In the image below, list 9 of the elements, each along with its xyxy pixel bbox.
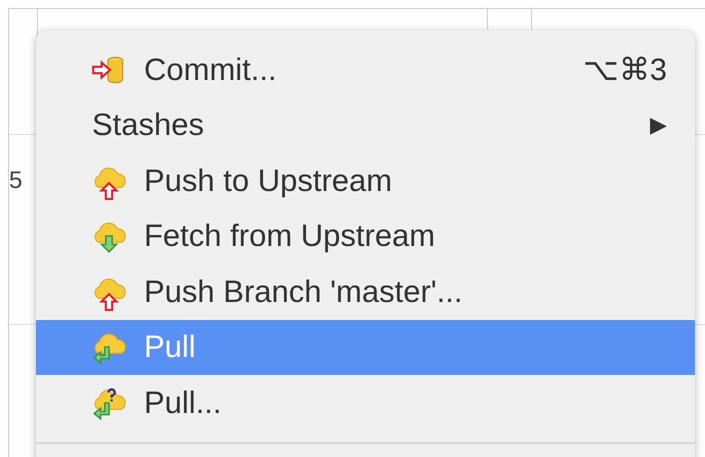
submenu-arrow-icon: ▶ (650, 112, 667, 138)
shortcut-text: ⌥⌘3 (582, 51, 667, 88)
menu-item[interactable]: Fetch from Upstream (36, 208, 695, 264)
submenu-item[interactable]: Stashes ▶ (36, 98, 695, 153)
menu-item[interactable]: Push to Upstream (36, 153, 695, 208)
menu-item[interactable]: Push Branch 'master'... (36, 264, 695, 320)
row-number: 5 (9, 167, 22, 195)
menu-item[interactable]: Pull... (36, 375, 695, 430)
menu-item[interactable]: Commit... ⌥⌘3 (36, 42, 695, 98)
